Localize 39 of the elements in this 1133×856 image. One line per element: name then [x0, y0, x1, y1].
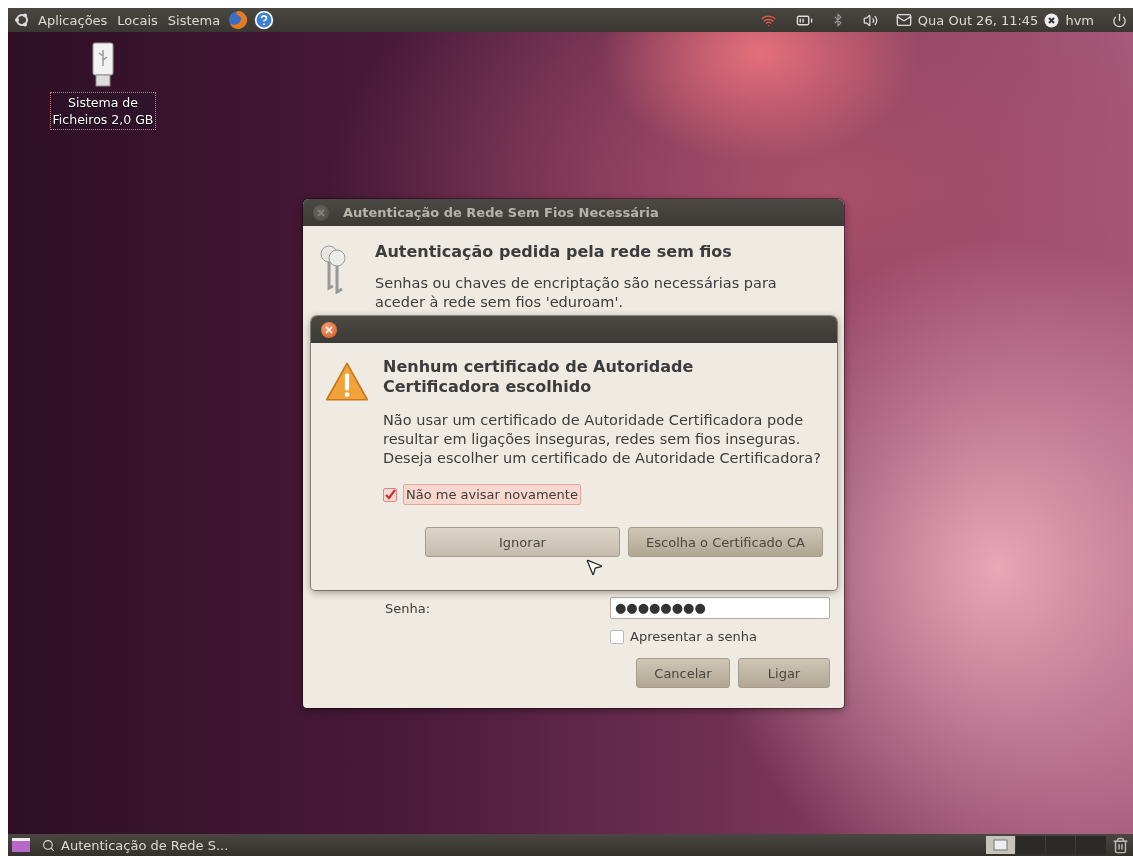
- show-desktop-icon[interactable]: [12, 838, 30, 852]
- dialog-button[interactable]: Ligar: [738, 658, 830, 688]
- desktop-icon-label[interactable]: Sistema de Ficheiros 2,0 GB: [49, 92, 157, 130]
- user-name[interactable]: hvm: [1065, 12, 1094, 28]
- panel-menu[interactable]: Sistema: [165, 12, 223, 28]
- panel-menu[interactable]: Aplicações: [36, 12, 110, 28]
- window-title: Autenticação de Rede Sem Fios Necessária: [343, 205, 659, 220]
- search-icon: [42, 838, 55, 852]
- taskbar-window-button[interactable]: Autenticação de Rede S...: [36, 835, 256, 855]
- ubuntu-logo-icon[interactable]: [14, 12, 30, 28]
- dialog-message: Não usar um certificado de Autoridade Certificadora pode resultar em ligações inseguras, redes sem fios inseguras. Deseja escolher um certificado de Autoridade Certificadora?: [383, 411, 822, 468]
- checkbox-label[interactable]: Apresentar a senha: [630, 629, 758, 644]
- help-icon[interactable]: [254, 10, 275, 30]
- dialog-heading: Autenticação pedida pela rede sem fios: [375, 242, 733, 262]
- mouse-pointer-icon: [584, 557, 604, 577]
- dialog-button[interactable]: Escolha o Certificado CA: [628, 527, 823, 557]
- workspace-switcher-icon[interactable]: [986, 836, 1106, 854]
- globe-browser-icon[interactable]: [228, 10, 249, 30]
- checkbox[interactable]: [610, 629, 624, 644]
- panel-menu[interactable]: Locais: [115, 12, 160, 28]
- trash-icon[interactable]: [1112, 836, 1129, 854]
- close-icon: [317, 208, 325, 217]
- user-status-icon[interactable]: [1044, 12, 1060, 28]
- password-label: Senha:: [385, 600, 431, 616]
- dialog-heading: Nenhum certificado de Autoridade Certificadora escolhido: [383, 357, 695, 397]
- usb-drive-icon[interactable]: [91, 42, 115, 88]
- power-icon[interactable]: [1112, 12, 1127, 28]
- wifi-icon[interactable]: [760, 12, 776, 28]
- volume-icon[interactable]: [862, 12, 878, 28]
- close-icon: [325, 325, 333, 334]
- clock[interactable]: Qua Out 26, 11:45: [917, 12, 1039, 28]
- dialog-button[interactable]: Ignorar: [425, 527, 620, 557]
- password-field[interactable]: ●●●●●●●●: [610, 597, 830, 619]
- close-button[interactable]: [321, 321, 337, 338]
- dialog-button[interactable]: Cancelar: [636, 658, 730, 688]
- checkbox-label[interactable]: Não me avisar novamente: [403, 484, 581, 505]
- checkbox[interactable]: [383, 487, 397, 502]
- mail-icon[interactable]: [895, 12, 912, 28]
- dialog-message: Senhas ou chaves de encriptação são necessárias para aceder à rede sem fios 'eduroam'.: [375, 274, 778, 312]
